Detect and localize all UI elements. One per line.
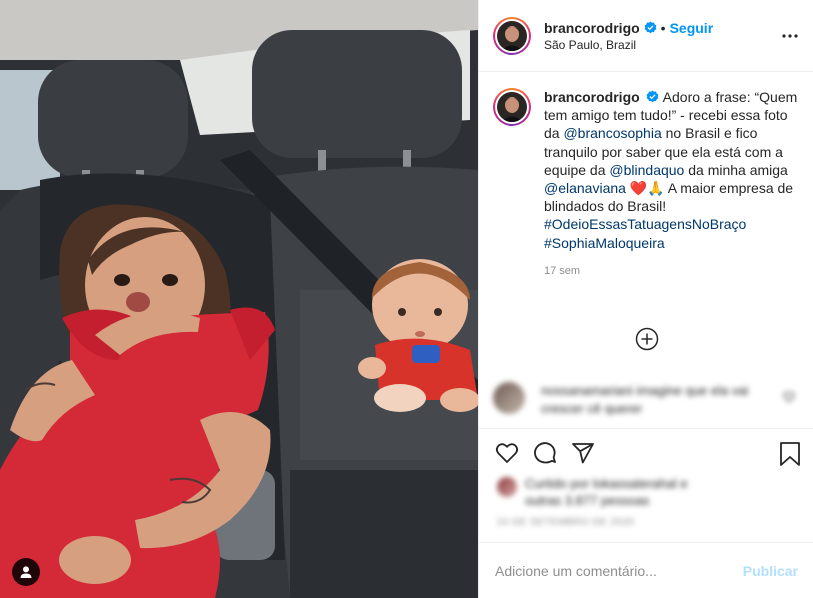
comment-preview[interactable]: nossanamariani imagine que ela vai cresc…	[493, 378, 803, 422]
add-comment-bar: Publicar	[479, 542, 813, 598]
post-location[interactable]: São Paulo, Brazil	[544, 38, 713, 52]
post-actions: Curtido por lokassaterahal e outras 3.87…	[479, 428, 813, 540]
verified-badge-icon	[646, 90, 659, 103]
comment-input[interactable]	[495, 562, 743, 579]
caption-username[interactable]: brancorodrigo	[544, 89, 640, 105]
caption-author-avatar[interactable]	[493, 88, 531, 126]
share-icon[interactable]	[571, 441, 595, 470]
bookmark-icon[interactable]	[778, 441, 802, 472]
comment-text: nossanamariani imagine que ela vai cresc…	[541, 383, 749, 416]
caption-hashtag-link[interactable]: #OdeioEssasTatuagensNoBraço	[544, 216, 746, 232]
caption-body: Adoro a frase: “Quem tem amigo tem tudo!…	[544, 89, 797, 251]
author-avatar[interactable]	[493, 16, 531, 55]
post-side-panel: brancorodrigo • Seguir São Paulo, Brazil	[478, 0, 813, 598]
user-tag-icon[interactable]	[12, 558, 40, 586]
liker-avatar[interactable]	[497, 477, 517, 497]
publish-button[interactable]: Publicar	[743, 563, 798, 579]
more-horizontal-icon[interactable]	[780, 26, 800, 46]
caption-mention-link[interactable]: @brancosophia	[563, 125, 661, 141]
plus-circle-icon[interactable]	[635, 327, 659, 351]
comment-heart-icon[interactable]	[783, 390, 795, 408]
separator-dot: •	[660, 19, 666, 36]
comment-icon[interactable]	[533, 441, 557, 470]
commenter-avatar[interactable]	[493, 382, 525, 414]
caption-mention-link[interactable]: @elanaviana	[544, 180, 626, 196]
liked-by-text: Curtido por lokassaterahal e outras 3.87…	[525, 476, 688, 508]
post-date: 24 DE SETEMBRO DE 2020	[497, 517, 635, 528]
verified-badge-icon	[644, 21, 657, 34]
heart-icon[interactable]	[495, 441, 519, 470]
liked-by[interactable]: Curtido por lokassaterahal e outras 3.87…	[497, 475, 725, 509]
follow-button[interactable]: Seguir	[670, 20, 714, 36]
post-photo-image	[0, 0, 478, 598]
caption-text-segment: da minha amiga	[684, 161, 788, 178]
caption-mention-link[interactable]: @blindaquo	[609, 162, 684, 178]
caption-hashtag-link[interactable]: #SophiaMaloqueira	[544, 235, 665, 251]
post-photo[interactable]	[0, 0, 478, 598]
post-time-ago[interactable]: 17 sem	[544, 262, 800, 280]
post-header: brancorodrigo • Seguir São Paulo, Brazil	[479, 0, 813, 72]
post-caption: brancorodrigo Adoro a frase: “Quem tem am…	[493, 88, 803, 280]
author-username[interactable]: brancorodrigo	[544, 20, 640, 36]
caption-text: brancorodrigo Adoro a frase: “Quem tem am…	[544, 88, 800, 252]
